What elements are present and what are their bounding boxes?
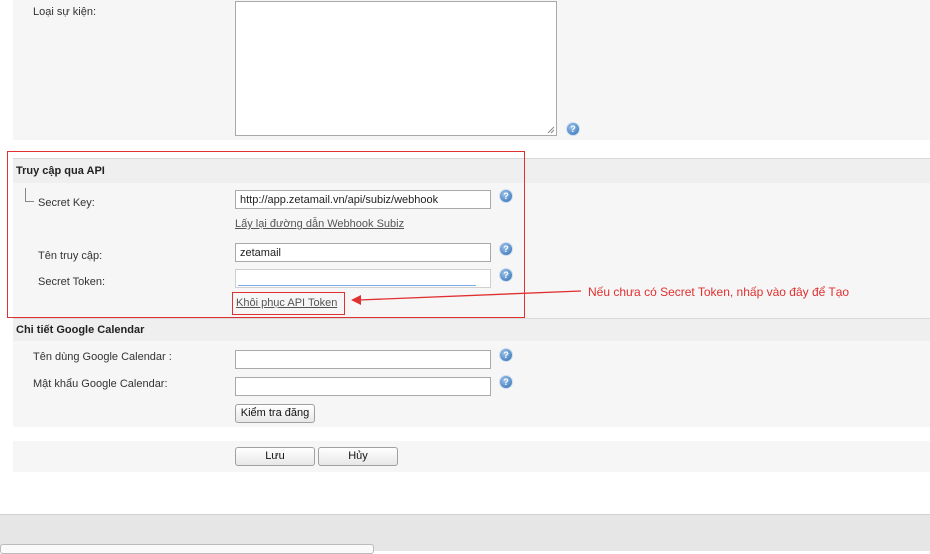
token-link-highlight-box [232,292,345,315]
annotation-arrow-icon [351,290,582,305]
help-icon[interactable]: ? [500,376,512,388]
google-section-header [13,319,930,341]
annotation-text: Nếu chưa có Secret Token, nhấp vào đây đ… [588,285,850,299]
cancel-button[interactable]: Hủy [318,447,398,466]
save-button[interactable]: Lưu [235,447,315,466]
actions-panel [13,441,930,472]
help-icon[interactable]: ? [500,349,512,361]
check-login-button[interactable]: Kiểm tra đăng [235,404,315,423]
event-type-label: Loại sự kiện: [33,6,97,18]
footer-input[interactable] [0,544,374,554]
event-type-textarea[interactable] [235,1,557,136]
google-password-label: Mật khẩu Google Calendar: [33,378,168,390]
google-username-label: Tên dùng Google Calendar : [33,351,172,363]
resize-grip-icon[interactable] [547,126,555,134]
help-icon[interactable]: ? [567,123,579,135]
google-password-input[interactable] [235,377,491,396]
google-username-input[interactable] [235,350,491,369]
google-section-title: Chi tiết Google Calendar [16,324,145,336]
